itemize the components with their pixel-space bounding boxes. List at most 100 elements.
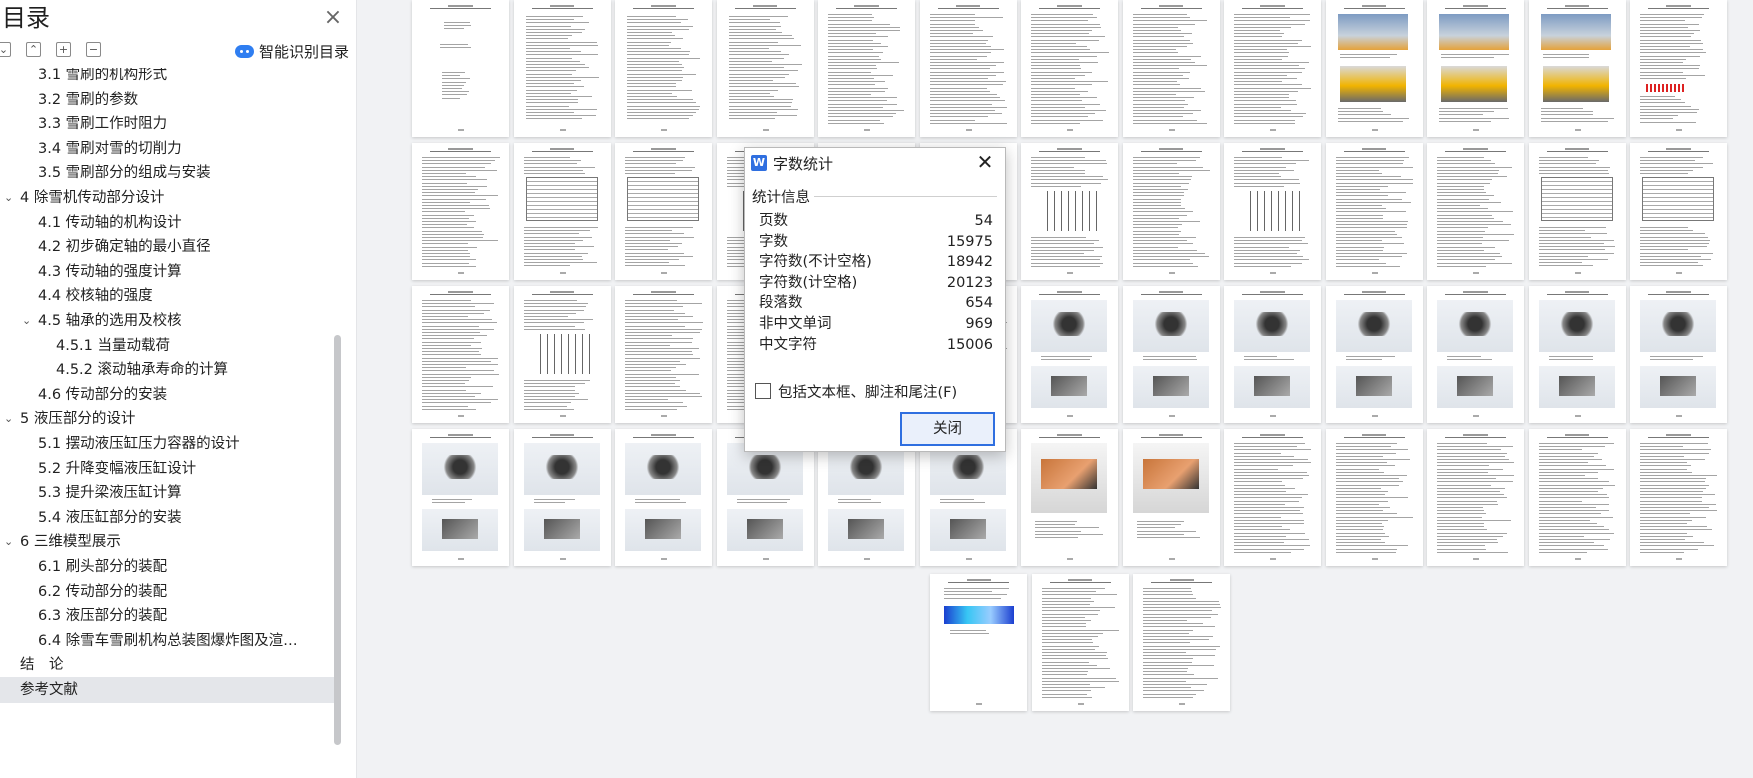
toc-item[interactable]: 3.4 雪刷对雪的切削力 [0, 136, 336, 162]
toc-item-label: 4.6 传动部分的安装 [38, 386, 168, 403]
render-model [1142, 459, 1199, 489]
toc-item[interactable]: 4.3 传动轴的强度计算 [0, 259, 336, 285]
page-thumbnail[interactable] [1630, 286, 1727, 423]
page-thumbnail[interactable] [412, 0, 509, 137]
toc-item[interactable]: 5.1 摆动液压缸压力容器的设计 [0, 431, 336, 457]
toc-item[interactable]: ⌄ 4 除雪机传动部分设计 [0, 185, 336, 211]
close-button[interactable]: 关闭 [900, 412, 995, 446]
page-thumbnail[interactable] [1630, 429, 1727, 566]
page-thumbnail[interactable] [615, 286, 712, 423]
page-thumbnail[interactable] [1021, 286, 1118, 423]
page-thumbnail[interactable] [919, 0, 1017, 137]
toc-item[interactable]: 6.3 液压部分的装配 [0, 603, 336, 629]
page-thumbnail[interactable] [513, 0, 611, 137]
fem-result-image [944, 606, 1015, 624]
page-thumbnail[interactable] [1224, 143, 1321, 280]
dialog-titlebar[interactable]: W 字数统计 ✕ [745, 148, 1005, 178]
page-thumbnail[interactable] [1133, 574, 1231, 711]
toc-item[interactable]: 3.1 雪刷的机构形式 [0, 68, 336, 88]
cad-model [1660, 376, 1696, 396]
page-thumbnail[interactable] [1427, 0, 1524, 137]
close-icon[interactable]: ✕ [973, 151, 997, 175]
page-thumbnail[interactable] [1224, 429, 1321, 566]
page-thumbnail[interactable] [1427, 429, 1524, 566]
toc-item[interactable]: 4.5.2 滚动轴承寿命的计算 [0, 357, 336, 383]
toc-item[interactable]: ⌄ 5 液压部分的设计 [0, 406, 336, 432]
page-thumbnail[interactable] [1021, 143, 1118, 280]
page-thumbnail[interactable] [1528, 429, 1626, 566]
expand-all-icon[interactable]: ⌄ [0, 42, 11, 57]
stat-row: 中文字符 15006 [759, 334, 993, 357]
page-thumbnail[interactable] [1224, 0, 1321, 137]
toc-item[interactable]: 6.4 除雪车雪刷机构总装图爆炸图及渲… [0, 628, 336, 654]
page-thumbnail[interactable] [615, 429, 712, 566]
page-thumbnail[interactable] [412, 143, 509, 280]
toc-item[interactable]: 4.5.1 当量动载荷 [0, 333, 336, 359]
toc-item[interactable]: 3.3 雪刷工作时阻力 [0, 111, 336, 137]
page-thumbnail[interactable] [513, 143, 611, 280]
toc-item-label: 3.5 雪刷部分的组成与安装 [38, 165, 211, 182]
stat-value: 20123 [946, 274, 993, 291]
page-thumbnail[interactable] [513, 286, 611, 423]
checkbox-box[interactable] [755, 383, 771, 399]
page-thumbnail[interactable] [1528, 286, 1626, 423]
page-thumbnail[interactable] [1122, 0, 1220, 137]
toc-item[interactable]: 4.1 传动轴的机构设计 [0, 210, 336, 236]
toc-item[interactable]: 5.3 提升梁液压缸计算 [0, 480, 336, 506]
page-thumbnail[interactable] [1427, 143, 1524, 280]
page-thumbnail[interactable] [930, 574, 1028, 711]
include-textbox-footnote-checkbox[interactable]: 包括文本框、脚注和尾注(F) [755, 381, 957, 401]
page-thumbnail[interactable] [1031, 574, 1129, 711]
page-thumbnail[interactable] [716, 0, 814, 137]
page-thumbnail[interactable] [1528, 143, 1626, 280]
chevron-down-icon[interactable]: ⌄ [4, 406, 16, 432]
toc-item[interactable]: ⌄ 4.5 轴承的选用及校核 [0, 308, 336, 334]
page-thumbnail[interactable] [818, 0, 915, 137]
toc-item[interactable]: 结 论 [0, 652, 336, 678]
toc-item[interactable]: 6.1 刷头部分的装配 [0, 554, 336, 580]
chevron-down-icon[interactable]: ⌄ [22, 308, 34, 334]
page-thumbnail[interactable] [1224, 286, 1321, 423]
cad-model [947, 455, 988, 479]
page-thumbnail[interactable] [615, 0, 712, 137]
page-thumbnail[interactable] [1122, 143, 1220, 280]
toc-item[interactable]: 4.2 初步确定轴的最小直径 [0, 234, 336, 260]
page-thumbnail[interactable] [1122, 286, 1220, 423]
collapse-all-icon[interactable]: ⌃ [26, 42, 41, 57]
toc-item-label: 4.2 初步确定轴的最小直径 [38, 239, 211, 256]
toc-item[interactable]: 5.4 液压缸部分的安装 [0, 505, 336, 531]
cad-model [543, 519, 580, 539]
toc-item[interactable]: 3.2 雪刷的参数 [0, 87, 336, 113]
page-thumbnail[interactable] [1528, 0, 1626, 137]
toc-item-label: 5 液压部分的设计 [20, 411, 136, 428]
page-thumbnail[interactable] [615, 143, 712, 280]
page-thumbnail[interactable] [1325, 286, 1423, 423]
toc-scrollbar[interactable] [334, 335, 341, 745]
page-thumbnail[interactable] [513, 429, 611, 566]
toc-item-label: 6.3 液压部分的装配 [38, 608, 168, 625]
page-thumbnail[interactable] [1021, 0, 1118, 137]
page-thumbnail[interactable] [1325, 429, 1423, 566]
toc-item[interactable]: 6.2 传动部分的装配 [0, 579, 336, 605]
page-thumbnail[interactable] [412, 286, 509, 423]
page-thumbnail[interactable] [1021, 429, 1118, 566]
page-thumbnail[interactable] [1325, 143, 1423, 280]
toc-item[interactable]: 4.4 校核轴的强度 [0, 283, 336, 309]
page-thumbnail[interactable] [412, 429, 509, 566]
page-thumbnail[interactable] [1630, 143, 1727, 280]
toc-item[interactable]: 参考文献 [0, 677, 336, 703]
toc-item[interactable]: 3.5 雪刷部分的组成与安装 [0, 160, 336, 186]
toc-item[interactable]: 4.6 传动部分的安装 [0, 382, 336, 408]
page-thumbnail[interactable] [1122, 429, 1220, 566]
chevron-down-icon[interactable]: ⌄ [4, 529, 16, 555]
page-thumbnail[interactable] [1325, 0, 1423, 137]
chevron-down-icon[interactable]: ⌄ [4, 185, 16, 211]
page-thumbnail[interactable] [1630, 0, 1727, 137]
toc-item[interactable]: 5.2 升降变幅液压缸设计 [0, 456, 336, 482]
add-heading-icon[interactable]: + [56, 42, 71, 57]
close-icon[interactable]: × [322, 7, 344, 30]
toc-item[interactable]: ⌄ 6 三维模型展示 [0, 529, 336, 555]
smart-toc-button[interactable]: 智能识别目录 [235, 40, 349, 62]
page-thumbnail[interactable] [1427, 286, 1524, 423]
remove-heading-icon[interactable]: − [86, 42, 101, 57]
